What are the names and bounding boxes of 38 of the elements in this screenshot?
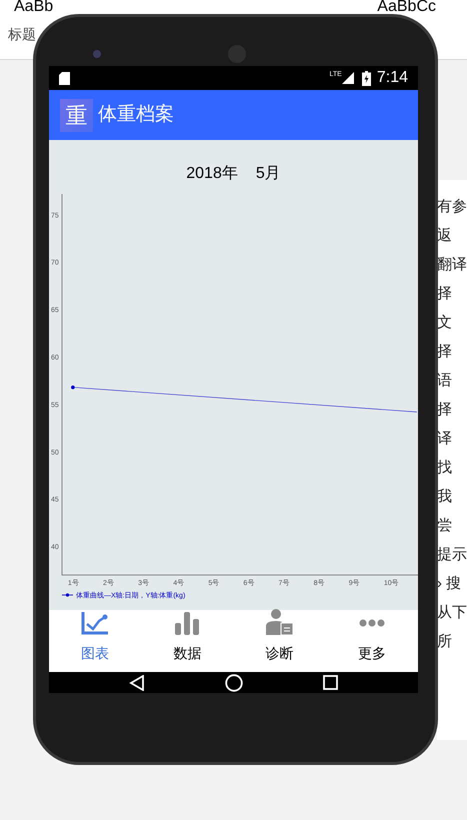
legend-marker <box>62 593 74 597</box>
sd-card-icon <box>59 72 70 84</box>
recents-icon[interactable] <box>323 675 338 690</box>
document-text: 翻译 <box>437 256 467 274</box>
document-text: 译 <box>437 430 453 448</box>
document-text: 择 <box>437 401 453 419</box>
signal-icon <box>342 72 354 84</box>
camera-icon <box>93 50 101 58</box>
document-text: 择 <box>437 343 453 361</box>
tab[interactable]: 诊断 <box>234 610 326 672</box>
document-text: 所 <box>437 633 453 651</box>
data-point <box>71 386 75 390</box>
tab[interactable]: 更多 <box>326 610 418 672</box>
line-chart-icon <box>81 610 110 634</box>
tab[interactable]: 图表 <box>49 610 142 672</box>
document-text: 语 <box>437 372 453 390</box>
app-logo: 重 <box>60 98 93 132</box>
document-text: 提示 <box>437 546 467 564</box>
document-text: 有参 <box>437 198 467 216</box>
year-label: 2018年 <box>186 164 238 184</box>
home-icon[interactable] <box>225 674 243 692</box>
document-text: 择 <box>437 285 453 303</box>
month-label: 5月 <box>256 164 281 184</box>
bar-chart-icon <box>174 610 200 634</box>
app-title: 体重档案 <box>98 102 174 127</box>
tab[interactable]: 数据 <box>141 610 234 672</box>
document-text: › 搜 <box>437 575 462 593</box>
battery-icon <box>362 70 371 86</box>
clock-time: 7:14 <box>376 68 408 88</box>
back-icon[interactable] <box>129 674 145 690</box>
document-text: 文 <box>437 314 453 332</box>
style-label[interactable]: 标题 <box>8 26 36 42</box>
document-text: 找 <box>437 459 453 477</box>
document-text: 返 <box>437 227 453 245</box>
document-text: 尝 <box>437 517 453 535</box>
more-icon <box>358 618 385 626</box>
document-text: 从下 <box>437 604 467 622</box>
document-text: 我 <box>437 488 453 506</box>
